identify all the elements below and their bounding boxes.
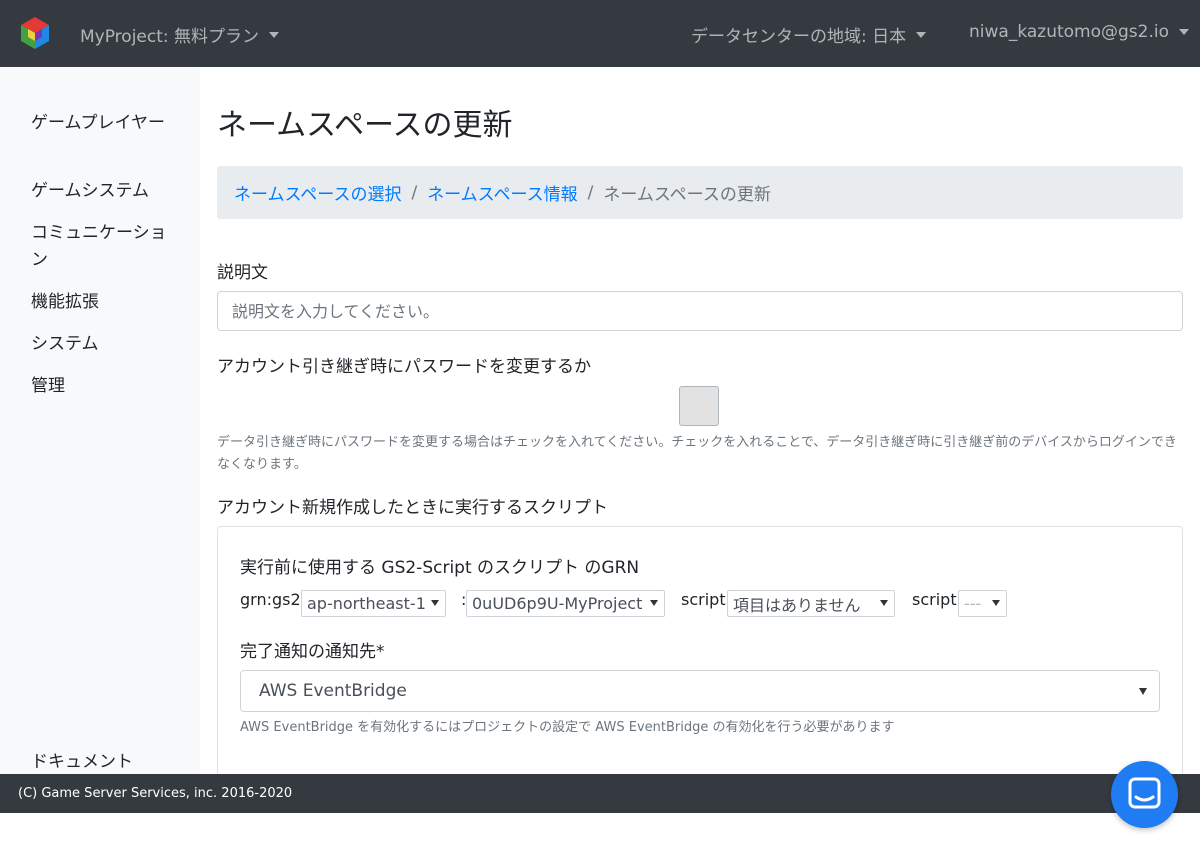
top-navbar: MyProject: 無料プラン データセンターの地域: 日本 niwa_kaz…	[0, 0, 1200, 67]
breadcrumb: ネームスペースの選択 / ネームスペース情報 / ネームスペースの更新	[217, 166, 1183, 219]
notification-select-value: AWS EventBridge	[259, 681, 407, 701]
region-select-value: ap-northeast-1	[307, 594, 426, 613]
footer: (C) Game Server Services, inc. 2016-2020	[0, 774, 1200, 813]
chevron-down-icon	[1179, 29, 1189, 35]
user-label: niwa_kazutomo@gs2.io	[969, 22, 1169, 42]
sidebar-item-management[interactable]: 管理	[31, 373, 171, 400]
breadcrumb-current: ネームスペースの更新	[603, 185, 771, 205]
sidebar-item-game-system[interactable]: ゲームシステム	[31, 178, 171, 205]
script-select[interactable]: ---	[958, 590, 1007, 617]
script-label-1: script:	[681, 590, 731, 609]
select-arrow-icon	[431, 600, 439, 606]
notification-help: AWS EventBridge を有効化するにはプロジェクトの設定で AWS E…	[240, 720, 895, 735]
chevron-down-icon	[269, 31, 280, 38]
select-arrow-icon	[992, 600, 1000, 606]
region-select[interactable]: ap-northeast-1	[301, 590, 446, 617]
breadcrumb-namespace-info[interactable]: ネームスペース情報	[427, 180, 577, 205]
change-password-label: アカウント引き継ぎ時にパスワードを変更するか	[217, 357, 591, 377]
breadcrumb-separator: /	[587, 182, 594, 203]
chevron-down-icon	[916, 31, 927, 38]
notification-label: 完了通知の通知先*	[240, 642, 385, 662]
change-password-help: データ引き継ぎ時にパスワードを変更する場合はチェックを入れてください。チェックを…	[217, 435, 1177, 472]
breadcrumb-namespace-select[interactable]: ネームスペースの選択	[234, 180, 401, 205]
sidebar-item-system[interactable]: システム	[31, 331, 171, 358]
project-label: MyProject: 無料プラン	[80, 27, 260, 47]
owner-select[interactable]: 0uUD6p9U-MyProject	[466, 590, 665, 617]
region-dropdown[interactable]: データセンターの地域: 日本	[691, 22, 927, 47]
select-arrow-icon	[650, 600, 658, 606]
chat-icon	[1128, 777, 1161, 809]
sidebar-item-extension[interactable]: 機能拡張	[31, 289, 171, 316]
description-label: 説明文	[217, 263, 268, 283]
select-arrow-icon	[880, 600, 888, 606]
owner-select-value: 0uUD6p9U-MyProject	[472, 594, 643, 613]
namespace-select-value: 項目はありません	[733, 595, 861, 615]
chat-button[interactable]	[1111, 761, 1178, 828]
sidebar-item-documents[interactable]: ドキュメント	[31, 747, 133, 772]
select-arrow-icon	[1139, 688, 1147, 695]
gs2-logo-icon[interactable]	[17, 15, 53, 51]
description-input[interactable]	[217, 291, 1183, 331]
project-dropdown[interactable]: MyProject: 無料プラン	[80, 22, 280, 47]
copyright-text: (C) Game Server Services, inc. 2016-2020	[18, 786, 293, 801]
create-script-label: アカウント新規作成したときに実行するスクリプト	[217, 498, 608, 518]
change-password-checkbox[interactable]	[679, 386, 719, 426]
namespace-select[interactable]: 項目はありません	[727, 590, 895, 617]
sidebar	[0, 67, 200, 774]
script-select-value: ---	[964, 594, 982, 613]
script-label-2: script:	[912, 590, 962, 609]
page-title: ネームスペースの更新	[217, 108, 513, 143]
grn-prefix: grn:gs2:	[240, 590, 307, 609]
notification-select[interactable]: AWS EventBridge	[240, 670, 1160, 712]
sidebar-item-communication[interactable]: コミュニケーション	[31, 220, 171, 274]
user-dropdown[interactable]: niwa_kazutomo@gs2.io	[969, 22, 1189, 42]
region-label: データセンターの地域: 日本	[691, 27, 907, 47]
grn-label: 実行前に使用する GS2-Script のスクリプト のGRN	[240, 558, 640, 578]
breadcrumb-separator: /	[411, 182, 418, 203]
sidebar-item-game-player[interactable]: ゲームプレイヤー	[31, 110, 171, 137]
